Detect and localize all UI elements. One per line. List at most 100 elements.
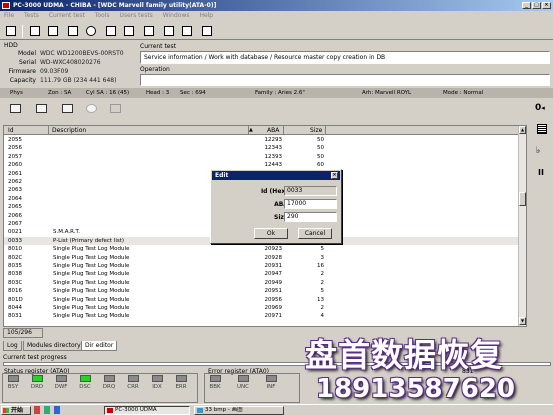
- table-row[interactable]: 803C Single Plug Test Log Module 20949 2: [4, 279, 520, 287]
- maximize-icon[interactable]: □: [532, 2, 541, 9]
- status-led-label: CRR: [127, 384, 139, 390]
- hdd-section-label: HDD: [4, 42, 18, 49]
- table-row[interactable]: 2060 12443 60: [4, 161, 520, 169]
- close-icon[interactable]: ×: [542, 2, 551, 9]
- table-row[interactable]: 2057 12393 50: [4, 153, 520, 161]
- scroll-thumb[interactable]: [519, 192, 526, 206]
- table-icon[interactable]: [122, 24, 136, 38]
- task-pc3000[interactable]: PC-3000 UDMA: [104, 406, 190, 415]
- cell-aba: 20923: [264, 246, 283, 253]
- row-counter: 105/296: [3, 328, 43, 338]
- menu-users-tests[interactable]: Users tests: [119, 12, 152, 19]
- table-row[interactable]: 8044 Single Plug Test Log Module 20969 2: [4, 304, 520, 312]
- table-row[interactable]: 8016 Single Plug Test Log Module 20951 5: [4, 287, 520, 295]
- cross-icon[interactable]: [142, 24, 156, 38]
- cancel-button[interactable]: Cancel: [298, 228, 332, 239]
- side-key-icon[interactable]: ♭: [533, 144, 551, 160]
- aba-field[interactable]: 17000: [284, 199, 337, 209]
- cell-id: 2063: [8, 187, 22, 194]
- menu-help[interactable]: Help: [199, 12, 213, 19]
- table-row[interactable]: 8031 Single Plug Test Log Module 20971 4: [4, 312, 520, 320]
- list-icon[interactable]: [180, 24, 194, 38]
- open-folder-icon[interactable]: [8, 102, 23, 116]
- power-icon[interactable]: [4, 24, 18, 38]
- status-led-label: ERR: [175, 384, 187, 390]
- tab-log[interactable]: Log: [3, 341, 22, 351]
- cell-size: 5: [320, 246, 325, 253]
- cell-size: 5: [320, 288, 325, 295]
- cell-aba: 20971: [264, 313, 283, 320]
- tool-icon[interactable]: [66, 24, 80, 38]
- side-pause-icon[interactable]: II: [533, 166, 551, 182]
- table-row[interactable]: 8010 Single Plug Test Log Module 20923 5: [4, 245, 520, 253]
- col-aba-header[interactable]: ABA: [257, 126, 284, 135]
- col-description-header[interactable]: Description: [49, 126, 249, 135]
- menu-current-test[interactable]: Current test: [49, 12, 85, 19]
- stop-icon[interactable]: [84, 24, 98, 38]
- menu-tools[interactable]: Tools: [95, 12, 110, 19]
- cell-size: 50: [317, 153, 324, 160]
- col-empty-header: [326, 126, 520, 135]
- operation-field: [140, 74, 550, 86]
- error-led-label: UNC: [237, 384, 249, 390]
- gear-disabled-icon[interactable]: [84, 102, 99, 116]
- cell-id: 0033: [8, 237, 22, 244]
- scroll-up-icon[interactable]: ▲: [519, 126, 526, 134]
- save-icon[interactable]: [28, 24, 42, 38]
- cell-aba: 12343: [264, 145, 283, 152]
- tab-modules-directory[interactable]: Modules directory: [23, 341, 85, 351]
- taskbar: 开始 PC-3000 UDMA 33 bmp - 画图: [0, 404, 553, 415]
- cell-id: 2057: [8, 153, 22, 160]
- reset-icon[interactable]: [200, 24, 214, 38]
- table-row[interactable]: 8035 Single Plug Test Log Module 20931 16: [4, 262, 520, 270]
- family-status: Family : Aries 2.6": [255, 90, 305, 96]
- cyl-status: Cyl SA : 16 (45): [86, 90, 130, 96]
- save-folder-icon[interactable]: [34, 102, 49, 116]
- side-counter-icon[interactable]: 0◂: [533, 101, 551, 117]
- menu-file[interactable]: File: [4, 12, 14, 19]
- vertical-scrollbar[interactable]: ▲ ▼: [518, 126, 526, 326]
- table-row[interactable]: 801D Single Plug Test Log Module 20956 13: [4, 296, 520, 304]
- cell-size: 13: [317, 296, 324, 303]
- app-icon: [2, 2, 10, 9]
- task-paint[interactable]: 33 bmp - 画图: [194, 406, 284, 415]
- quicklaunch-icon-2[interactable]: [44, 406, 50, 414]
- cell-aba: 20951: [264, 288, 283, 295]
- tab-dir-editor[interactable]: Dir editor: [81, 341, 118, 351]
- status-led-label: DRD: [30, 384, 44, 390]
- side-chip-icon[interactable]: [533, 121, 551, 137]
- ok-button[interactable]: Ok: [254, 228, 288, 239]
- cell-size: 2: [320, 305, 325, 311]
- dialog-close-icon[interactable]: ×: [331, 172, 338, 179]
- start-button[interactable]: 开始: [1, 406, 31, 415]
- table-row[interactable]: 802C Single Plug Test Log Module 20928 3: [4, 254, 520, 262]
- copy-icon[interactable]: [104, 24, 118, 38]
- arrow-down-icon[interactable]: [108, 102, 123, 116]
- table-row[interactable]: 8038 Single Plug Test Log Module 20947 2: [4, 270, 520, 278]
- menu-tests[interactable]: Tests: [24, 12, 39, 19]
- grid-icon[interactable]: [162, 24, 176, 38]
- arh-status: Arh: Marvell ROYL: [362, 90, 412, 96]
- col-size-header[interactable]: Size: [284, 126, 326, 135]
- quicklaunch-icon-3[interactable]: [54, 406, 60, 414]
- cell-id: 8031: [8, 313, 22, 320]
- serial-label: Serial: [19, 59, 36, 66]
- module-icon[interactable]: [46, 24, 60, 38]
- quicklaunch-icon[interactable]: [34, 406, 40, 414]
- menu-windows[interactable]: Windows: [163, 12, 190, 19]
- cell-aba: 20947: [264, 271, 283, 278]
- export-icon[interactable]: [60, 102, 75, 116]
- size-field[interactable]: 290: [284, 212, 337, 222]
- scroll-down-icon[interactable]: ▼: [519, 317, 526, 325]
- cell-aba: 20928: [264, 254, 283, 261]
- status-led-label: BSY: [7, 384, 19, 390]
- minimize-icon[interactable]: _: [522, 2, 531, 9]
- cell-aba: 12443: [264, 162, 283, 169]
- cell-id: 2062: [8, 179, 22, 185]
- table-row[interactable]: 2055 12293 50: [4, 136, 520, 144]
- model-label: Model: [17, 50, 36, 57]
- menu-bar: File Tests Current test Tools Users test…: [0, 11, 553, 21]
- cell-description: Single Plug Test Log Module: [53, 254, 130, 261]
- table-row[interactable]: 2056 12343 50: [4, 144, 520, 152]
- col-id-header[interactable]: Id: [4, 126, 49, 135]
